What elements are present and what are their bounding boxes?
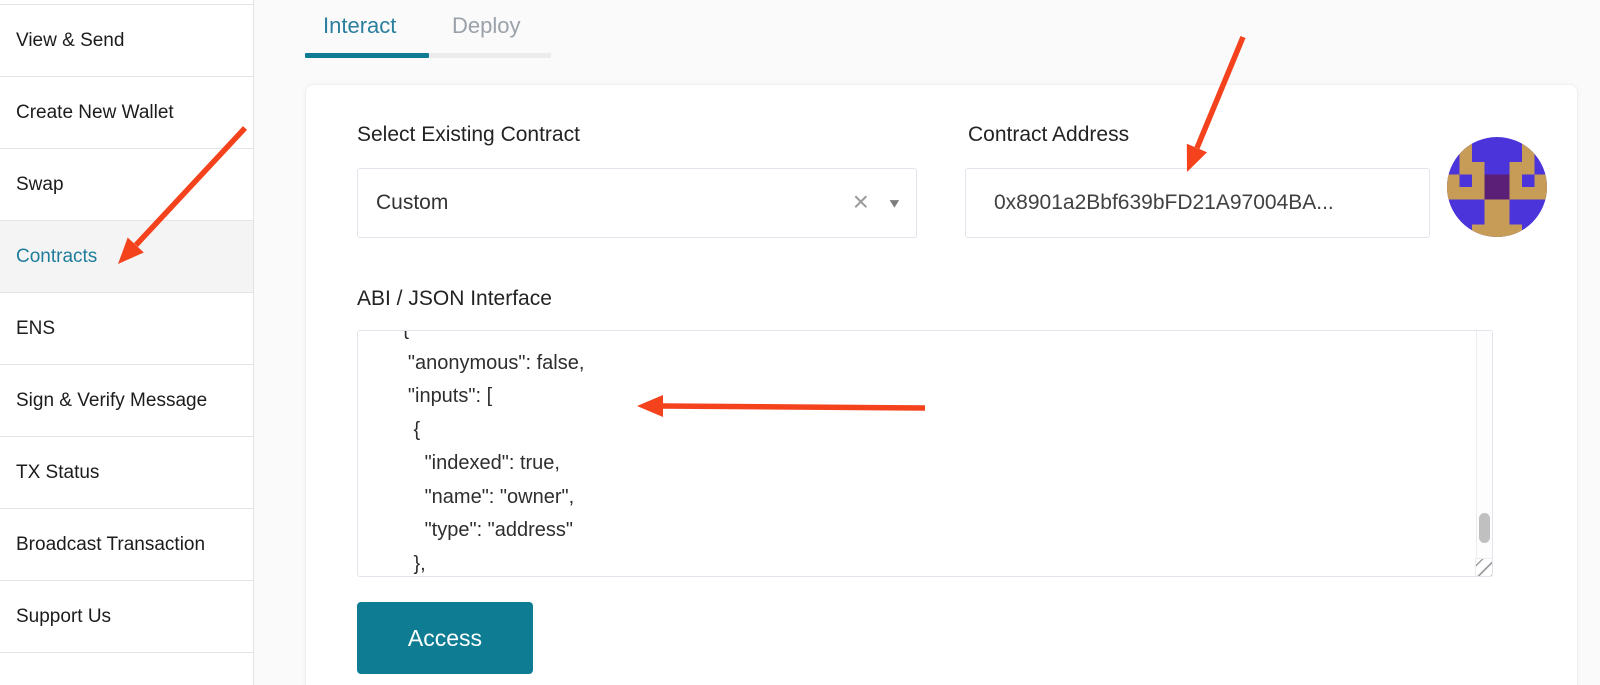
tab-bar-track — [429, 53, 551, 58]
sidebar-item-label: Contracts — [16, 246, 97, 268]
sidebar-menu: View & Send Create New Wallet Swap Contr… — [0, 4, 253, 653]
sidebar-item-swap[interactable]: Swap — [0, 149, 253, 221]
existing-contract-select[interactable]: Custom × ▼ — [357, 168, 917, 238]
sidebar-item-sign-verify-message[interactable]: Sign & Verify Message — [0, 365, 253, 437]
abi-json-content: { "anonymous": false, "inputs": [ { "ind… — [369, 330, 584, 577]
contract-address-input[interactable] — [965, 168, 1430, 238]
clear-selection-icon[interactable]: × — [853, 188, 869, 216]
textarea-scrollbar[interactable] — [1476, 331, 1492, 558]
sidebar-item-label: Sign & Verify Message — [16, 390, 207, 412]
scrollbar-thumb[interactable] — [1479, 513, 1490, 543]
abi-json-textarea[interactable]: { "anonymous": false, "inputs": [ { "ind… — [357, 330, 1493, 577]
sidebar-item-broadcast-transaction[interactable]: Broadcast Transaction — [0, 509, 253, 581]
sidebar-item-contracts[interactable]: Contracts — [0, 221, 253, 293]
sidebar-item-label: ENS — [16, 318, 55, 340]
sidebar-item-label: Broadcast Transaction — [16, 534, 205, 556]
sidebar-item-label: TX Status — [16, 462, 99, 484]
sidebar-item-label: View & Send — [16, 30, 124, 52]
sidebar-item-label: Swap — [16, 174, 64, 196]
select-contract-label: Select Existing Contract — [357, 123, 580, 147]
abi-json-label: ABI / JSON Interface — [357, 287, 552, 311]
sidebar-item-create-new-wallet[interactable]: Create New Wallet — [0, 77, 253, 149]
chevron-down-icon[interactable]: ▼ — [887, 196, 903, 211]
sidebar-item-ens[interactable]: ENS — [0, 293, 253, 365]
contract-address-label: Contract Address — [968, 123, 1129, 147]
access-button[interactable]: Access — [357, 602, 533, 674]
tab-interact[interactable]: Interact — [323, 13, 396, 39]
sidebar-item-view-send[interactable]: View & Send — [0, 5, 253, 77]
sidebar-item-label: Create New Wallet — [16, 102, 174, 124]
selected-contract-value: Custom — [376, 169, 448, 237]
identicon-pixels — [1447, 137, 1547, 237]
sidebar-item-support-us[interactable]: Support Us — [0, 581, 253, 653]
address-identicon — [1447, 137, 1547, 237]
resize-handle-icon[interactable] — [1475, 558, 1492, 576]
tab-deploy[interactable]: Deploy — [452, 13, 520, 39]
sidebar-item-tx-status[interactable]: TX Status — [0, 437, 253, 509]
sidebar-item-label: Support Us — [16, 606, 111, 628]
sidebar: View & Send Create New Wallet Swap Contr… — [0, 0, 254, 685]
active-tab-indicator — [305, 53, 429, 58]
